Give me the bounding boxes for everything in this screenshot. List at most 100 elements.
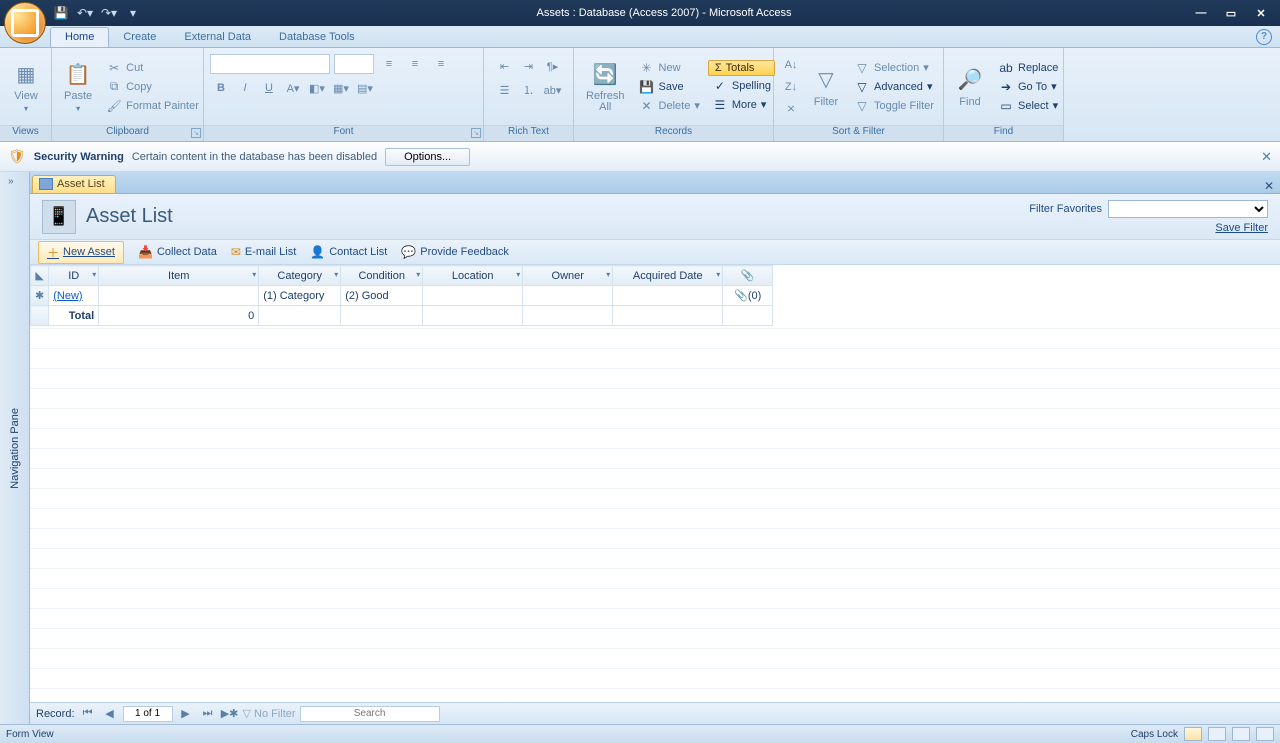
totals-button[interactable]: ΣTotals [708,60,775,76]
select-button[interactable]: ▭Select▾ [994,97,1062,115]
maximize-button[interactable]: ▭ [1216,4,1246,22]
refresh-all-button[interactable]: 🔄 Refresh All [580,59,631,115]
tab-external-data[interactable]: External Data [170,28,265,47]
underline-button[interactable]: U [258,78,280,98]
goto-button[interactable]: ➔Go To▾ [994,78,1062,96]
nav-prev-icon[interactable]: ◀ [101,706,119,722]
decrease-indent-button[interactable]: ⇤ [494,56,516,76]
chevron-down-icon[interactable]: ▾ [606,270,610,279]
record-search-input[interactable] [300,706,440,722]
col-item[interactable]: Item▾ [99,266,259,286]
align-right-button[interactable]: ≡ [430,54,452,74]
security-options-button[interactable]: Options... [385,148,470,166]
fill-color-button[interactable]: ◧▾ [306,78,328,98]
office-button[interactable] [4,2,46,44]
chevron-down-icon[interactable]: ▾ [252,270,256,279]
tab-database-tools[interactable]: Database Tools [265,28,369,47]
nav-last-icon[interactable]: ⏭ [199,706,217,722]
contact-list-button[interactable]: 👤Contact List [310,245,387,259]
view-layout-button[interactable] [1232,727,1250,741]
datasheet-grid[interactable]: ◣ ID▾ Item▾ Category▾ Condition▾ Locatio… [30,265,1280,702]
new-asset-button[interactable]: ＋New Asset [38,241,124,264]
increase-indent-button[interactable]: ⇥ [518,56,540,76]
chevron-down-icon[interactable]: ▾ [716,270,720,279]
find-button[interactable]: 🔎Find [950,64,990,110]
advanced-button[interactable]: ▽Advanced▾ [850,78,938,96]
gridlines-button[interactable]: ▦▾ [330,78,352,98]
save-filter-link[interactable]: Save Filter [1215,222,1268,234]
italic-button[interactable]: I [234,78,256,98]
chevron-down-icon[interactable]: ▾ [334,270,338,279]
save-icon[interactable]: 💾 [52,4,70,22]
cell-condition[interactable]: (2) Good [341,286,423,306]
font-name-input[interactable] [210,54,330,74]
navigation-pane-collapsed[interactable]: » Navigation Pane [0,172,30,724]
font-launcher-icon[interactable]: ↘ [471,128,481,138]
chevron-down-icon[interactable]: ▾ [416,270,420,279]
col-id[interactable]: ID▾ [49,266,99,286]
font-size-input[interactable] [334,54,374,74]
spelling-button[interactable]: ✓Spelling [708,77,775,95]
cell-category[interactable]: (1) Category [259,286,341,306]
provide-feedback-button[interactable]: 💬Provide Feedback [401,245,509,259]
no-filter-indicator[interactable]: ▽No Filter [243,707,296,720]
view-form-button[interactable] [1184,727,1202,741]
nav-first-icon[interactable]: ⏮ [79,706,97,722]
sort-desc-button[interactable]: Z↓ [780,77,802,97]
nav-new-icon[interactable]: ▶✱ [221,706,239,722]
highlight-button[interactable]: ab▾ [542,80,564,100]
chevron-down-icon[interactable]: ▾ [92,270,96,279]
tab-home[interactable]: Home [50,27,109,47]
col-owner[interactable]: Owner▾ [523,266,613,286]
nav-next-icon[interactable]: ▶ [177,706,195,722]
redo-icon[interactable]: ↷▾ [100,4,118,22]
replace-button[interactable]: abReplace [994,59,1062,77]
sort-asc-button[interactable]: A↓ [780,55,802,75]
security-close-icon[interactable]: ✕ [1261,149,1272,165]
view-datasheet-button[interactable] [1208,727,1226,741]
qat-customize-icon[interactable]: ▾ [124,4,142,22]
view-design-button[interactable] [1256,727,1274,741]
chevron-down-icon[interactable]: ▾ [516,270,520,279]
cell-location[interactable] [423,286,523,306]
cell-item[interactable] [99,286,259,306]
col-category[interactable]: Category▾ [259,266,341,286]
collect-data-button[interactable]: 📥Collect Data [138,245,217,259]
bullets-button[interactable]: ☰ [494,80,516,100]
bold-button[interactable]: B [210,78,232,98]
col-acquired-date[interactable]: Acquired Date▾ [613,266,723,286]
col-location[interactable]: Location▾ [423,266,523,286]
cell-acquired[interactable] [613,286,723,306]
row-selector[interactable]: ✱ [31,286,49,306]
minimize-button[interactable]: — [1186,4,1216,22]
paste-button[interactable]: 📋 Paste ▾ [58,58,98,115]
format-painter-button[interactable]: 🖌Format Painter [102,97,203,115]
row-selector-header[interactable]: ◣ [31,266,49,286]
ltr-button[interactable]: ¶▸ [542,56,564,76]
toggle-filter-button[interactable]: ▽Toggle Filter [850,97,938,115]
align-left-button[interactable]: ≡ [378,54,400,74]
align-center-button[interactable]: ≡ [404,54,426,74]
cell-id-new[interactable]: (New) [49,286,99,306]
undo-icon[interactable]: ↶▾ [76,4,94,22]
cut-button[interactable]: ✂Cut [102,59,203,77]
copy-button[interactable]: ⧉Copy [102,78,203,96]
close-button[interactable]: ✕ [1246,4,1276,22]
font-color-button[interactable]: A▾ [282,78,304,98]
alt-row-button[interactable]: ▤▾ [354,78,376,98]
filter-button[interactable]: ▽Filter [806,64,846,110]
table-row-new[interactable]: ✱ (New) (1) Category (2) Good 📎(0) [31,286,773,306]
record-position-input[interactable] [123,706,173,722]
help-icon[interactable]: ? [1256,29,1272,45]
new-button[interactable]: ✳New [635,59,704,77]
col-condition[interactable]: Condition▾ [341,266,423,286]
email-list-button[interactable]: ✉E-mail List [231,245,296,259]
clear-sort-button[interactable]: ⨯ [780,99,802,119]
row-selector[interactable] [31,306,49,326]
delete-button[interactable]: ✕Delete▾ [635,97,704,115]
numbering-button[interactable]: ⒈ [518,80,540,100]
navpane-expand-icon[interactable]: » [8,176,14,187]
filter-favorites-combo[interactable] [1108,200,1268,218]
col-attachments[interactable]: 📎 [723,266,773,286]
view-button[interactable]: ▦ View ▾ [6,58,46,115]
